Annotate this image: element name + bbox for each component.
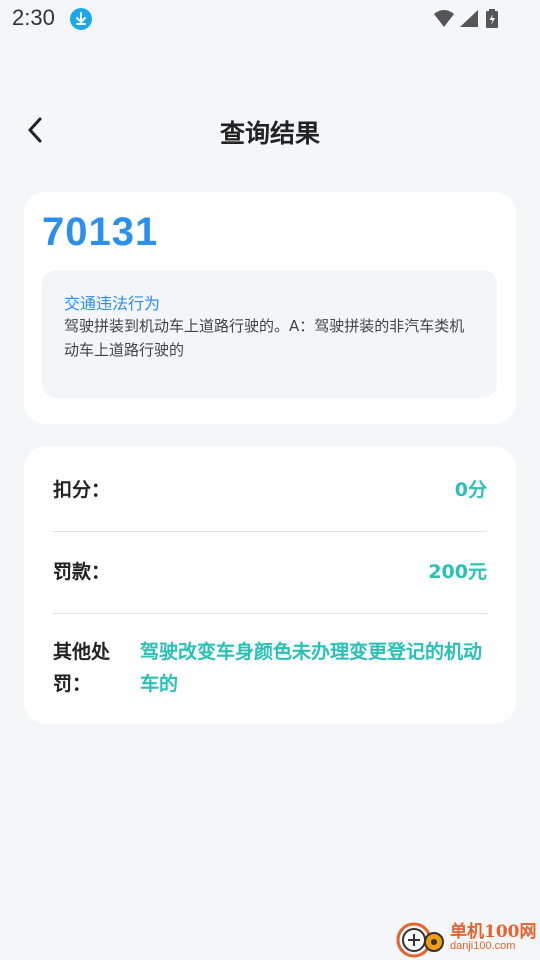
violation-code: 70131 <box>42 210 159 254</box>
points-label: 扣分： <box>53 479 111 501</box>
violation-detail-box: 交通违法行为 驾驶拼装到机动车上道路行驶的。A：驾驶拼装的非汽车类机动车上道路行… <box>42 270 497 398</box>
other-penalty-value: 驾驶改变车身颜色未办理变更登记的机动车的 <box>140 641 483 695</box>
violation-card: 70131 交通违法行为 驾驶拼装到机动车上道路行驶的。A：驾驶拼装的非汽车类机… <box>24 192 516 424</box>
page-title: 查询结果 <box>219 119 320 148</box>
divider <box>53 531 487 532</box>
violation-description: 驾驶拼装到机动车上道路行驶的。A：驾驶拼装的非汽车类机动车上道路行驶的 <box>64 317 465 359</box>
status-time: 2:30 <box>12 5 55 30</box>
fine-value: 200元 <box>428 561 487 583</box>
fine-label: 罚款： <box>53 561 111 583</box>
header: 查询结果 <box>0 96 540 168</box>
watermark-url: danji100.com <box>450 940 516 952</box>
battery-charging-icon <box>486 9 498 28</box>
points-value: 0分 <box>454 479 487 501</box>
divider <box>53 613 487 614</box>
status-icons <box>432 8 502 28</box>
status-bar: 2:30 <box>0 0 540 36</box>
wifi-icon <box>434 10 454 27</box>
watermark-name: 单机100网 <box>450 922 537 942</box>
download-icon <box>70 8 92 30</box>
other-penalty-label: 其他处罚： <box>53 641 111 695</box>
violation-heading: 交通违法行为 <box>64 294 161 313</box>
signal-icon <box>460 10 478 27</box>
watermark-logo-icon <box>396 922 444 958</box>
penalty-card: 扣分： 0分 罚款： 200元 其他处罚： 驾驶改变车身颜色未办理变更登记的机动… <box>24 446 516 724</box>
watermark: 单机100网 danji100.com <box>390 914 540 960</box>
